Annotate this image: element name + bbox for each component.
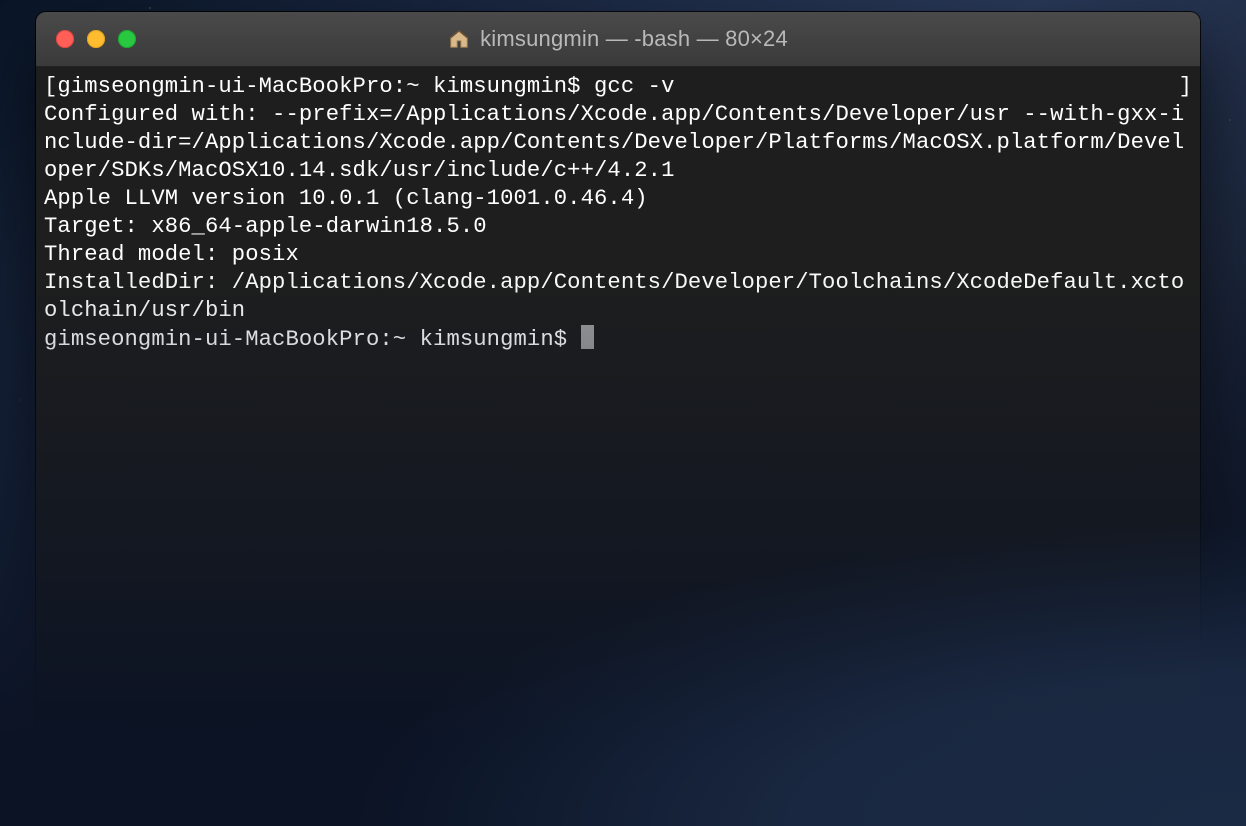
titlebar[interactable]: kimsungmin — -bash — 80×24 bbox=[36, 12, 1200, 67]
bracket-right: ] bbox=[1179, 73, 1192, 101]
terminal-line: Apple LLVM version 10.0.1 (clang-1001.0.… bbox=[44, 185, 1192, 213]
terminal-viewport[interactable]: [gimseongmin-ui-MacBookPro:~ kimsungmin$… bbox=[36, 67, 1200, 768]
terminal-line: Target: x86_64-apple-darwin18.5.0 bbox=[44, 213, 1192, 241]
terminal-window: kimsungmin — -bash — 80×24 [gimseongmin-… bbox=[36, 12, 1200, 768]
terminal-line: [gimseongmin-ui-MacBookPro:~ kimsungmin$… bbox=[44, 73, 1192, 101]
terminal-line: Thread model: posix bbox=[44, 241, 1192, 269]
terminal-line: InstalledDir: /Applications/Xcode.app/Co… bbox=[44, 269, 1192, 325]
cursor-block bbox=[581, 325, 594, 349]
maximize-button[interactable] bbox=[118, 30, 136, 48]
close-button[interactable] bbox=[56, 30, 74, 48]
traffic-lights bbox=[36, 30, 136, 48]
terminal-prompt-line: gimseongmin-ui-MacBookPro:~ kimsungmin$ bbox=[44, 325, 1192, 354]
prompt-text: gimseongmin-ui-MacBookPro:~ kimsungmin$ bbox=[44, 327, 581, 352]
window-title: kimsungmin — -bash — 80×24 bbox=[36, 26, 1200, 52]
home-folder-icon bbox=[448, 28, 470, 50]
terminal-line: Configured with: --prefix=/Applications/… bbox=[44, 101, 1192, 185]
prompt-with-command: [gimseongmin-ui-MacBookPro:~ kimsungmin$… bbox=[44, 73, 675, 101]
window-title-text: kimsungmin — -bash — 80×24 bbox=[480, 26, 788, 52]
minimize-button[interactable] bbox=[87, 30, 105, 48]
